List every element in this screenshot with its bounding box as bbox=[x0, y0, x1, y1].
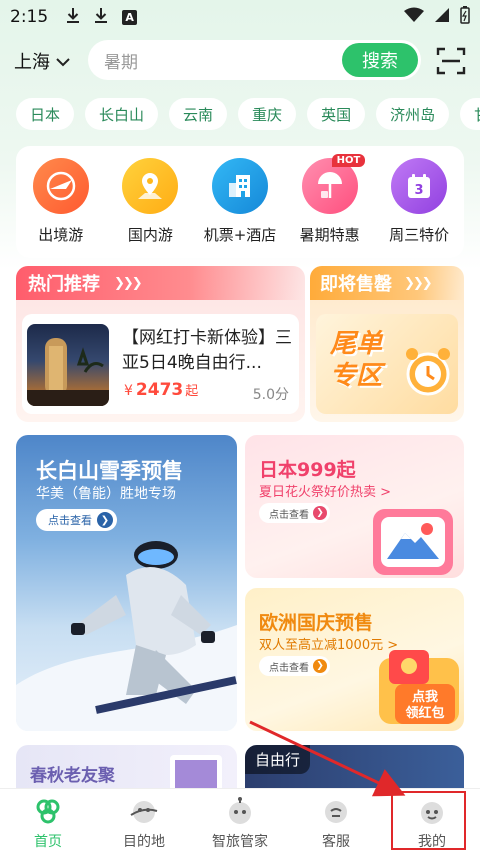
red-envelope-illustration: 点我 领红包 bbox=[379, 650, 459, 724]
red-envelope-text-line1: 点我 bbox=[412, 689, 438, 705]
product-price: ¥2473 起 bbox=[124, 380, 198, 400]
tab-destination[interactable]: 目的地 bbox=[96, 789, 192, 853]
tab-home[interactable]: 首页 bbox=[0, 789, 96, 853]
category-card: 出境游 国内游 机票+酒店 HOT 暑期特惠 3 周三特价 bbox=[16, 146, 464, 258]
home-icon bbox=[36, 799, 60, 824]
hot-badge: HOT bbox=[331, 154, 366, 167]
search-input[interactable]: 暑期 搜索 bbox=[88, 40, 421, 80]
tab-label: 客服 bbox=[322, 834, 350, 850]
download-icon bbox=[94, 7, 108, 27]
tag-japan[interactable]: 日本 bbox=[16, 98, 75, 130]
category-label: 出境游 bbox=[38, 226, 84, 244]
button-label: 点击查看 bbox=[269, 509, 309, 521]
mount-fuji-card-illustration bbox=[373, 509, 453, 575]
view-details-button[interactable]: 点击查看 ❯ bbox=[259, 503, 330, 523]
battery-icon bbox=[460, 5, 470, 29]
chevron-right-icon: ❯ bbox=[313, 659, 327, 673]
calendar-icon: 3 bbox=[391, 158, 448, 214]
planet-icon bbox=[130, 801, 158, 823]
section-title: 热门推荐 bbox=[28, 274, 100, 295]
tab-label: 目的地 bbox=[123, 834, 165, 850]
product-title: 【网红打卡新体验】三亚5日4晚自由行... bbox=[122, 328, 292, 373]
status-time: 2:15 bbox=[10, 7, 49, 27]
tab-label: 智旅管家 bbox=[212, 834, 268, 850]
banner-line: 专区 bbox=[330, 361, 383, 391]
category-label: 机票+酒店 bbox=[203, 226, 277, 244]
europe-promo-banner[interactable]: 欧洲国庆预售 双人至高立减1000元 > 点击查看 ❯ 点我 领红包 bbox=[245, 588, 464, 731]
category-domestic[interactable]: 国内游 bbox=[110, 158, 190, 258]
map-pin-icon bbox=[122, 158, 179, 214]
chevron-right-icon: ❯ bbox=[97, 512, 113, 528]
sellout-card: 即将售罄 ❯❯❯ 尾单 专区 bbox=[310, 266, 464, 422]
city-label: 上海 bbox=[14, 52, 50, 73]
price-currency: ¥ bbox=[124, 383, 133, 399]
assistant-icon bbox=[229, 797, 251, 824]
tag-gan[interactable]: 甘 bbox=[460, 98, 480, 130]
tag-changbaishan[interactable]: 长白山 bbox=[85, 98, 159, 130]
sellout-header[interactable]: 即将售罄 ❯❯❯ bbox=[310, 266, 464, 300]
arrows-icon: ❯❯❯ bbox=[404, 275, 433, 291]
scan-icon[interactable] bbox=[436, 46, 466, 76]
tab-customer-service[interactable]: 客服 bbox=[288, 789, 384, 853]
skier-illustration bbox=[16, 541, 237, 731]
category-label: 国内游 bbox=[127, 226, 173, 244]
hotel-icon bbox=[211, 158, 268, 214]
category-label: 周三特价 bbox=[389, 226, 450, 244]
calendar-day: 3 bbox=[415, 183, 424, 198]
highlight-box bbox=[391, 791, 466, 850]
search-button[interactable]: 搜索 bbox=[342, 43, 418, 77]
button-label: 点击查看 bbox=[269, 662, 309, 674]
tag-chongqing[interactable]: 重庆 bbox=[238, 98, 297, 130]
red-envelope-text-line2: 领红包 bbox=[405, 705, 444, 721]
signal-icon bbox=[434, 7, 450, 28]
chevron-down-icon bbox=[56, 51, 70, 72]
tag-jeju[interactable]: 济州岛 bbox=[376, 98, 450, 130]
tag-yunnan[interactable]: 云南 bbox=[169, 98, 228, 130]
category-wednesday-special[interactable]: 3 周三特价 bbox=[379, 158, 459, 258]
changbaishan-promo-banner[interactable]: 长白山雪季预售 华美（鲁能）胜地专场 点击查看 ❯ bbox=[16, 435, 237, 731]
promo-title: 日本999起 bbox=[259, 459, 356, 481]
search-row: 上海 暑期 搜索 bbox=[0, 38, 480, 84]
product-thumbnail bbox=[27, 324, 109, 406]
category-flight-hotel[interactable]: 机票+酒店 bbox=[200, 158, 280, 258]
promo-subtitle: 夏日花火祭好价热卖 > bbox=[259, 485, 392, 500]
category-outbound[interactable]: 出境游 bbox=[21, 158, 101, 258]
hot-product-item[interactable]: 【网红打卡新体验】三亚5日4晚自由行... ¥2473 起 5.0分 bbox=[22, 314, 299, 414]
tag-uk[interactable]: 英国 bbox=[307, 98, 366, 130]
download-icon bbox=[66, 7, 80, 27]
japan-promo-banner[interactable]: 日本999起 夏日花火祭好价热卖 > 点击查看 ❯ bbox=[245, 435, 464, 578]
product-score: 5.0分 bbox=[252, 387, 289, 403]
banner-line: 尾单 bbox=[330, 329, 383, 359]
category-label: 暑期特惠 bbox=[299, 226, 360, 244]
promo-title: 春秋老友聚 bbox=[30, 766, 115, 786]
search-placeholder: 暑期 bbox=[104, 52, 138, 73]
wifi-icon bbox=[404, 7, 424, 28]
city-selector[interactable]: 上海 bbox=[14, 48, 70, 74]
alarm-clock-icon bbox=[406, 348, 450, 396]
hot-destination-tags: 日本 长白山 云南 重庆 英国 济州岛 甘 bbox=[16, 98, 480, 132]
promo-title: 长白山雪季预售 bbox=[36, 459, 183, 483]
category-summer-deals[interactable]: HOT 暑期特惠 bbox=[290, 154, 370, 258]
status-bar: 2:15 A bbox=[0, 0, 480, 34]
hot-recommend-card: 热门推荐 ❯❯❯ 【网红打卡新体验】三亚5日4晚自由行... ¥2473 起 5.… bbox=[16, 266, 305, 422]
promo-subtitle: 华美（鲁能）胜地专场 bbox=[36, 486, 176, 502]
free-travel-tag: 自由行 bbox=[245, 745, 311, 774]
app-notification-icon: A bbox=[122, 9, 138, 25]
promo-title: 欧洲国庆预售 bbox=[259, 612, 374, 634]
tab-travel-assistant[interactable]: 智旅管家 bbox=[192, 789, 288, 853]
chevron-right-icon: ❯ bbox=[313, 506, 327, 520]
view-details-button[interactable]: 点击查看 ❯ bbox=[259, 656, 330, 676]
sellout-banner[interactable]: 尾单 专区 bbox=[316, 314, 458, 414]
tab-label: 首页 bbox=[34, 834, 62, 850]
arrows-icon: ❯❯❯ bbox=[114, 275, 143, 291]
sellout-banner-text: 尾单 专区 bbox=[330, 328, 382, 392]
price-value: 2473 bbox=[135, 380, 184, 400]
price-suffix: 起 bbox=[185, 384, 199, 399]
button-label: 点击查看 bbox=[48, 514, 92, 527]
chat-icon bbox=[325, 801, 347, 823]
section-title: 即将售罄 bbox=[320, 274, 392, 295]
plane-globe-icon bbox=[32, 158, 89, 214]
hot-recommend-header[interactable]: 热门推荐 ❯❯❯ bbox=[16, 266, 305, 300]
view-details-button[interactable]: 点击查看 ❯ bbox=[36, 509, 117, 531]
